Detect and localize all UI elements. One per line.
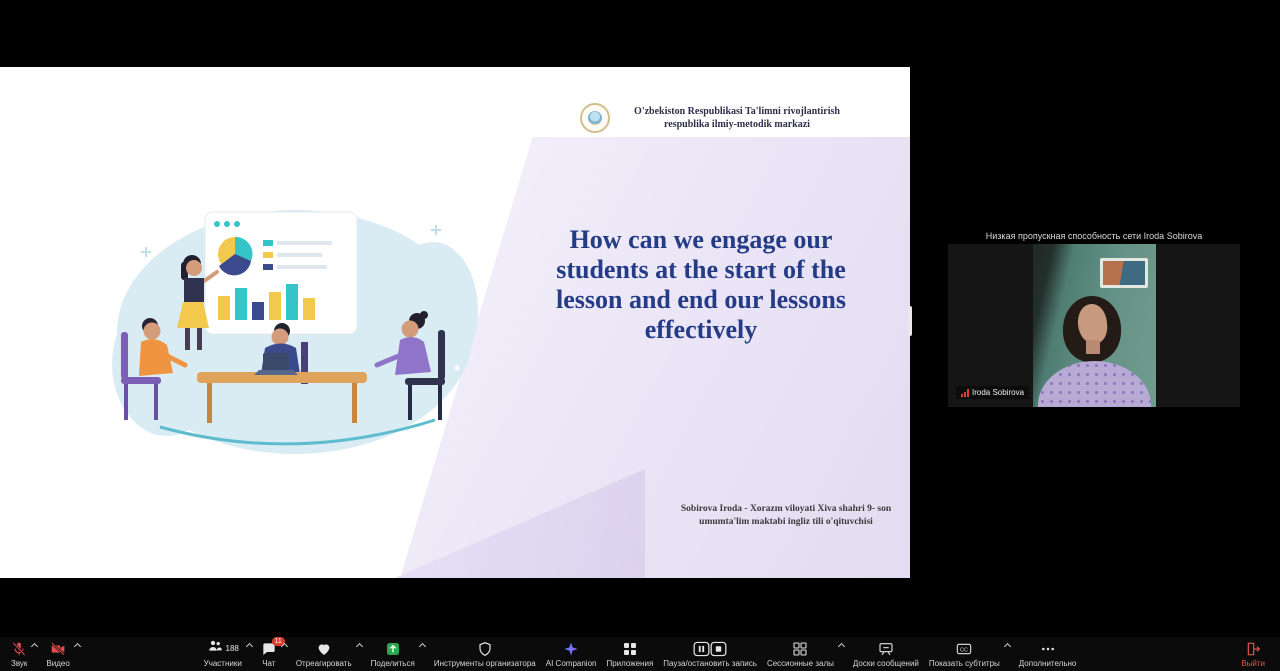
- ai-companion-label: AI Companion: [546, 659, 597, 668]
- leave-meeting-label: Выйти: [1241, 659, 1265, 668]
- apps-label: Приложения: [606, 659, 653, 668]
- leave-meeting-button[interactable]: Выйти: [1236, 637, 1270, 671]
- host-tools-button[interactable]: Инструменты организатора: [429, 637, 541, 671]
- toolbar-center-group: 188 Участники Чат 11: [199, 637, 1082, 671]
- leave-meeting-icon: [1245, 641, 1261, 657]
- toolbar-right-group: Выйти: [1236, 637, 1270, 671]
- video-tile[interactable]: Iroda Sobirova: [948, 244, 1240, 407]
- captions-label: Показать субтитры: [929, 659, 1000, 668]
- slide-footer: Sobirova Iroda - Xorazm viloyati Xiva sh…: [652, 503, 910, 528]
- video-button[interactable]: Видео: [41, 637, 83, 671]
- closed-captions-icon: CC: [956, 641, 972, 657]
- captions-chevron-icon[interactable]: [1005, 644, 1011, 650]
- picture-frame-art: [1103, 261, 1145, 285]
- share-screen-icon: [385, 641, 401, 657]
- shared-screen: O'zbekiston Respublikasi Ta'limni rivojl…: [0, 67, 910, 578]
- participants-count: 188: [226, 644, 239, 653]
- breakout-rooms-icon: [792, 641, 808, 657]
- breakout-rooms-button[interactable]: Сессионные залы: [762, 637, 848, 671]
- meeting-toolbar: Звук Видео: [0, 637, 1280, 671]
- mute-button[interactable]: Звук: [6, 637, 41, 671]
- toolbar-left-group: Звук Видео: [6, 637, 84, 671]
- participant-name: Iroda Sobirova: [972, 388, 1024, 397]
- meeting-illustration: [105, 192, 485, 482]
- camera-muted-icon: [50, 641, 66, 657]
- captions-button[interactable]: CC Показать субтитры: [924, 637, 1014, 671]
- chat-chevron-icon[interactable]: [282, 644, 288, 650]
- slide-org-header: O'zbekiston Respublikasi Ta'limni rivojl…: [612, 105, 862, 131]
- poor-connection-icon: [961, 389, 969, 397]
- share-screen-label: Поделиться: [371, 659, 415, 668]
- participants-icon: [207, 638, 223, 659]
- more-ellipsis-icon: [1040, 641, 1056, 657]
- chat-button[interactable]: Чат 11: [256, 637, 291, 671]
- record-pause-stop-button[interactable]: Пауза/остановить запись: [658, 637, 762, 671]
- whiteboards-button[interactable]: Доски сообщений: [848, 637, 924, 671]
- whiteboard-icon: [878, 641, 894, 657]
- more-button[interactable]: Дополнительно: [1014, 637, 1082, 671]
- org-line1: O'zbekiston Respublikasi Ta'limni rivojl…: [612, 105, 862, 118]
- slide-title: How can we engage our students at the st…: [540, 225, 862, 345]
- chat-label: Чат: [262, 659, 275, 668]
- bandwidth-warning: Низкая пропускная способность сети Iroda…: [948, 231, 1240, 241]
- video-options-chevron-icon[interactable]: [75, 644, 81, 650]
- emblem-core: [588, 111, 602, 125]
- picture-frame: [1100, 258, 1148, 288]
- reactions-label: Отреагировать: [296, 659, 352, 668]
- more-label: Дополнительно: [1019, 659, 1077, 668]
- apps-grid-icon: [622, 641, 638, 657]
- host-tools-label: Инструменты организатора: [434, 659, 536, 668]
- svg-text:CC: CC: [960, 647, 968, 653]
- participants-label: Участники: [204, 659, 242, 668]
- ai-companion-button[interactable]: AI Companion: [541, 637, 602, 671]
- footer-line2: umumta'lim maktabi ingliz tili o'qituvch…: [652, 516, 910, 529]
- webcam-video: [1033, 244, 1156, 407]
- participant-shoulders: [1038, 361, 1151, 407]
- record-label: Пауза/остановить запись: [663, 659, 757, 668]
- video-label: Видео: [46, 659, 69, 668]
- apps-button[interactable]: Приложения: [601, 637, 658, 671]
- ai-companion-icon: [563, 641, 579, 657]
- audio-options-chevron-icon[interactable]: [32, 644, 38, 650]
- participant-name-tag: Iroda Sobirova: [956, 386, 1029, 399]
- footer-line1: Sobirova Iroda - Xorazm viloyati Xiva sh…: [652, 503, 910, 516]
- reactions-button[interactable]: Отреагировать: [291, 637, 366, 671]
- host-tools-shield-icon: [477, 641, 493, 657]
- meeting-window: O'zbekiston Respublikasi Ta'limni rivojl…: [0, 0, 1280, 671]
- mute-label: Звук: [11, 659, 27, 668]
- reactions-heart-icon: [316, 641, 332, 657]
- share-screen-button[interactable]: Поделиться: [366, 637, 429, 671]
- org-line2: respublika ilmiy-metodik markazi: [612, 118, 862, 131]
- share-chevron-icon[interactable]: [420, 644, 426, 650]
- participants-button[interactable]: 188 Участники: [199, 637, 256, 671]
- breakout-rooms-label: Сессионные залы: [767, 659, 834, 668]
- microphone-muted-icon: [11, 641, 27, 657]
- panel-divider-handle[interactable]: [908, 306, 912, 336]
- reactions-chevron-icon[interactable]: [357, 644, 363, 650]
- record-controls-icon: [693, 641, 727, 657]
- uzbekistan-emblem-icon: [580, 103, 610, 133]
- participant-neck: [1086, 340, 1100, 354]
- breakout-chevron-icon[interactable]: [839, 644, 845, 650]
- participants-chevron-icon[interactable]: [247, 644, 253, 650]
- whiteboards-label: Доски сообщений: [853, 659, 919, 668]
